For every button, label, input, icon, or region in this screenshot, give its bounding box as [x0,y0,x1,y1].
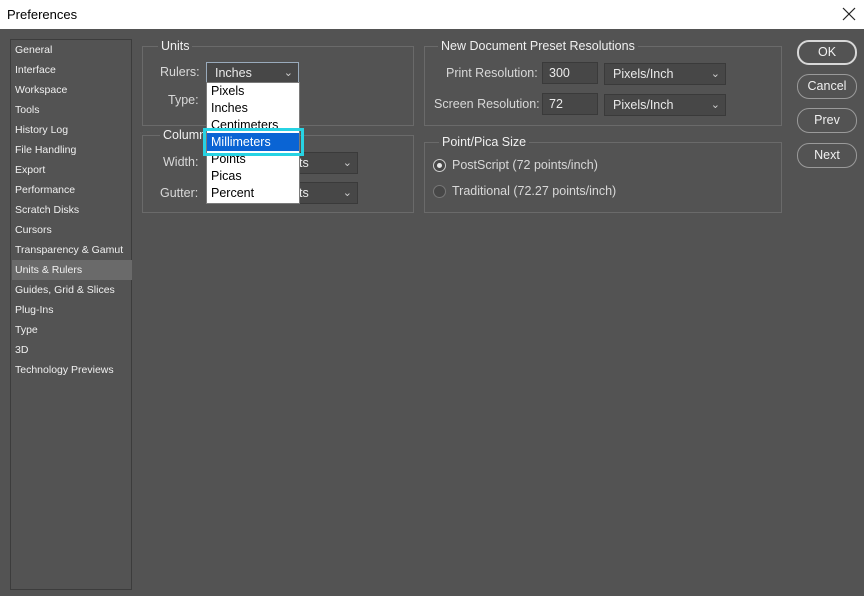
screen-resolution-label: Screen Resolution: [434,97,540,111]
sidebar-item-general[interactable]: General [12,40,132,60]
traditional-label: Traditional (72.27 points/inch) [452,184,617,198]
width-unit-value: ts [299,156,309,170]
preferences-sidebar: General Interface Workspace Tools Histor… [10,39,132,590]
highlight-box [203,128,304,156]
sidebar-item-3d[interactable]: 3D [12,340,132,360]
print-unit-value: Pixels/Inch [613,67,674,81]
close-icon[interactable] [838,3,860,25]
print-resolution-label: Print Resolution: [446,66,538,80]
sidebar-item-file-handling[interactable]: File Handling [12,140,132,160]
sidebar-item-cursors[interactable]: Cursors [12,220,132,240]
sidebar-item-performance[interactable]: Performance [12,180,132,200]
cancel-button[interactable]: Cancel [797,74,857,99]
sidebar-item-transparency-gamut[interactable]: Transparency & Gamut [12,240,132,260]
resolutions-group-label: New Document Preset Resolutions [438,39,638,53]
rulers-select-value: Inches [215,66,252,80]
traditional-radio[interactable] [433,185,446,198]
rulers-label: Rulers: [160,65,200,79]
rulers-select[interactable]: Inches ⌄ [206,62,299,84]
chevron-down-icon: ⌄ [710,99,720,111]
sidebar-item-plug-ins[interactable]: Plug-Ins [12,300,132,320]
dropdown-option-picas[interactable]: Picas [211,168,242,185]
prev-button[interactable]: Prev [797,108,857,133]
resolutions-group [424,46,782,126]
screen-resolution-unit-select[interactable]: Pixels/Inch ⌄ [604,94,726,116]
point-pica-group [424,142,782,213]
sidebar-item-workspace[interactable]: Workspace [12,80,132,100]
dropdown-option-percent[interactable]: Percent [211,185,254,202]
chevron-down-icon: ⌄ [710,68,720,80]
column-group-label: Column [160,128,210,142]
chevron-down-icon: ⌄ [283,67,293,79]
sidebar-item-interface[interactable]: Interface [12,60,132,80]
screen-unit-value: Pixels/Inch [613,98,674,112]
units-group-label: Units [158,39,193,53]
print-resolution-input[interactable]: 300 [542,62,598,84]
sidebar-item-tools[interactable]: Tools [12,100,132,120]
sidebar-item-scratch-disks[interactable]: Scratch Disks [12,200,132,220]
dropdown-option-inches[interactable]: Inches [211,100,248,117]
next-button[interactable]: Next [797,143,857,168]
gutter-label: Gutter: [160,186,199,200]
point-pica-group-label: Point/Pica Size [439,135,530,149]
title-bar: Preferences [0,0,864,29]
sidebar-item-units-rulers[interactable]: Units & Rulers [12,260,132,280]
ok-button[interactable]: OK [797,40,857,65]
chevron-down-icon: ⌄ [342,157,352,169]
type-label: Type: [168,93,199,107]
print-resolution-unit-select[interactable]: Pixels/Inch ⌄ [604,63,726,85]
window-title: Preferences [7,7,78,22]
sidebar-item-export[interactable]: Export [12,160,132,180]
width-label: Width: [163,155,199,169]
sidebar-item-type[interactable]: Type [12,320,132,340]
sidebar-item-guides-grid-slices[interactable]: Guides, Grid & Slices [12,280,132,300]
gutter-unit-value: ts [299,186,309,200]
dropdown-option-pixels[interactable]: Pixels [211,83,244,100]
postscript-label: PostScript (72 points/inch) [452,158,598,172]
screen-resolution-input[interactable]: 72 [542,93,598,115]
sidebar-item-history-log[interactable]: History Log [12,120,132,140]
postscript-radio[interactable] [433,159,446,172]
chevron-down-icon: ⌄ [342,187,352,199]
sidebar-item-technology-previews[interactable]: Technology Previews [12,360,132,380]
